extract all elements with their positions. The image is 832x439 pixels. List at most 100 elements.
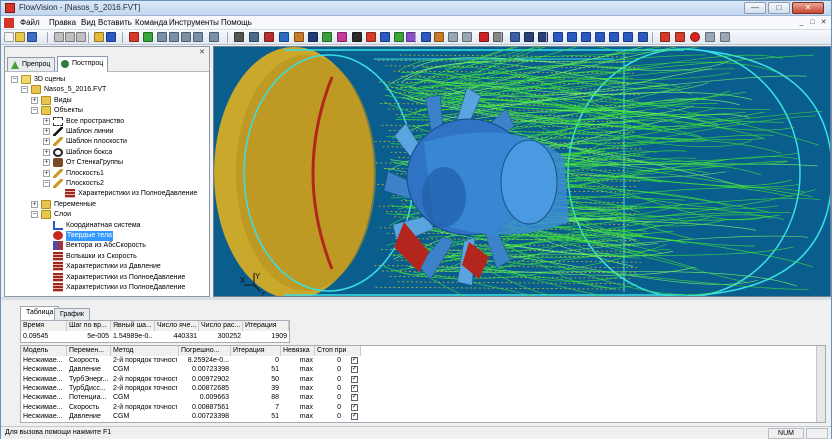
save-file-icon[interactable] [27, 32, 37, 42]
menu-view[interactable]: Вид [81, 18, 95, 27]
menu-insert[interactable]: Вставить [98, 18, 132, 27]
expand-icon[interactable]: + [43, 148, 50, 156]
probe-2-icon[interactable] [308, 32, 318, 42]
copy-b-icon[interactable] [462, 32, 472, 42]
help-icon[interactable] [94, 32, 104, 42]
grid-blue-icon[interactable] [380, 32, 390, 42]
table-row[interactable]: Несжимае... Потенциа... CGM 0.009663 88 max 0 ✓ [21, 393, 817, 402]
expand-icon[interactable]: + [43, 169, 50, 177]
stop-checkbox[interactable]: ✓ [351, 394, 358, 402]
menu-edit[interactable]: Правка [49, 18, 76, 27]
record-a-icon[interactable] [660, 32, 670, 42]
grid-green-icon[interactable] [394, 32, 404, 42]
stop-square-icon[interactable] [720, 32, 730, 42]
layer-e-icon[interactable] [421, 32, 431, 42]
red-cube-icon[interactable] [129, 32, 139, 42]
stop-checkbox[interactable]: ✓ [351, 375, 358, 383]
menu-tools[interactable]: Инструменты [169, 18, 219, 27]
tree-item[interactable]: + Шаблон плоскости [43, 137, 205, 147]
3d-scene-canvas[interactable]: YXZ [214, 47, 831, 297]
tree-item[interactable]: − 3D сцены [11, 75, 205, 85]
table-row[interactable]: Несжимае... Скорость 2-й порядок точности 0… [21, 403, 817, 412]
tree-item[interactable]: Твердые тела [43, 231, 205, 241]
collapse-icon[interactable]: − [11, 76, 18, 83]
select-cursor-icon[interactable] [234, 32, 244, 42]
layer-b-icon[interactable] [294, 32, 304, 42]
stop-icon[interactable] [479, 32, 489, 42]
stop-checkbox[interactable]: ✓ [351, 412, 358, 420]
collapse-icon[interactable]: − [21, 86, 28, 94]
cube-c-icon[interactable] [181, 32, 191, 42]
layer-c-icon[interactable] [322, 32, 332, 42]
menu-command[interactable]: Команда [135, 18, 168, 27]
probe-icon[interactable] [264, 32, 274, 42]
vertical-scrollbar[interactable] [816, 346, 825, 422]
layer-d-icon[interactable] [337, 32, 347, 42]
open-file-icon[interactable] [15, 32, 25, 42]
rotate-z-icon[interactable] [581, 32, 591, 42]
tree-item[interactable]: − Плоскость2 [43, 179, 205, 189]
tree-item[interactable]: Характеристики из ПолноеДавление [55, 189, 205, 199]
tree-item[interactable]: − Nasos_5_2016.FVT [21, 85, 205, 95]
stop-checkbox[interactable]: ✓ [351, 403, 358, 411]
table-row[interactable]: Несжимае... Давление CGM 0.00723398 51 max 0 ✓ [21, 412, 817, 421]
layer-f-icon[interactable] [434, 32, 444, 42]
close-button[interactable]: ✕ [792, 2, 824, 14]
tree-item[interactable]: + Все пространство [43, 116, 205, 127]
tree-item[interactable]: + Шаблон линии [43, 127, 205, 137]
expand-icon[interactable]: + [31, 96, 38, 104]
minimize-button[interactable]: — [744, 2, 766, 14]
panel-close-icon[interactable]: ✕ [199, 48, 205, 56]
expand-icon[interactable]: + [31, 200, 38, 208]
menu-file[interactable]: Файл [20, 18, 40, 27]
copy-icon[interactable] [65, 32, 75, 42]
grid-red-icon[interactable] [366, 32, 376, 42]
collapse-icon[interactable]: − [43, 180, 50, 187]
record-b-icon[interactable] [675, 32, 685, 42]
tree-item[interactable]: Характеристики из Давление [43, 262, 205, 272]
tree-item[interactable]: Координатная система [43, 220, 205, 231]
rotate-y-icon[interactable] [567, 32, 577, 42]
tree-item[interactable]: + Плоскость1 [43, 168, 205, 179]
tree-item[interactable]: + От СтенкаГруппы [43, 158, 205, 168]
axes-flip-icon[interactable] [638, 32, 648, 42]
tree-item[interactable]: − Слои [31, 210, 205, 220]
iz-icon[interactable] [623, 32, 633, 42]
paste-icon[interactable] [76, 32, 86, 42]
window-b-icon[interactable] [524, 32, 534, 42]
tree-item[interactable]: Характеристики из ПолноеДавление [43, 272, 205, 283]
stop-checkbox[interactable]: ✓ [351, 384, 358, 392]
record-dot-icon[interactable] [690, 32, 700, 42]
tab-preprocessor[interactable]: Препроц [7, 57, 56, 71]
cube-a-icon[interactable] [157, 32, 167, 42]
window-a-icon[interactable] [510, 32, 520, 42]
cube-d-icon[interactable] [193, 32, 203, 42]
copy-object-icon[interactable] [209, 32, 219, 42]
tree-item[interactable]: + Переменные [31, 199, 205, 210]
collapse-icon[interactable]: − [31, 211, 38, 219]
expand-icon[interactable]: + [43, 117, 50, 125]
mdi-minimize-button[interactable]: _ [796, 17, 807, 28]
tab-graph[interactable]: График [54, 308, 90, 320]
tree-item[interactable]: − Объекты [31, 106, 205, 116]
copy-a-icon[interactable] [448, 32, 458, 42]
stop-checkbox[interactable]: ✓ [351, 357, 358, 364]
menu-help[interactable]: Помощь [221, 18, 252, 27]
green-cube-icon[interactable] [143, 32, 153, 42]
mdi-close-button[interactable]: ✕ [818, 17, 829, 28]
mdi-restore-button[interactable]: □ [807, 17, 818, 28]
rotate-x-icon[interactable] [553, 32, 563, 42]
collapse-icon[interactable]: − [31, 107, 38, 115]
cut-icon[interactable] [54, 32, 64, 42]
pause-icon[interactable] [705, 32, 715, 42]
tree-item[interactable]: Вектора из АбсСкорость [43, 241, 205, 251]
move-rotate-icon[interactable] [249, 32, 259, 42]
stop-checkbox[interactable]: ✓ [351, 366, 358, 374]
table-row[interactable]: Несжимае... Давление CGM 0.00723398 51 max 0 ✓ [21, 365, 817, 374]
table-row[interactable]: Несжимае... ТурбДисс... 2-й порядок точнос… [21, 384, 817, 393]
probe-3-icon[interactable] [352, 32, 362, 42]
maximize-button[interactable]: □ [768, 2, 790, 14]
expand-icon[interactable]: + [43, 128, 50, 135]
3d-viewport[interactable]: YXZ [213, 46, 831, 297]
tree-item[interactable]: + Шаблон бокса [43, 147, 205, 158]
